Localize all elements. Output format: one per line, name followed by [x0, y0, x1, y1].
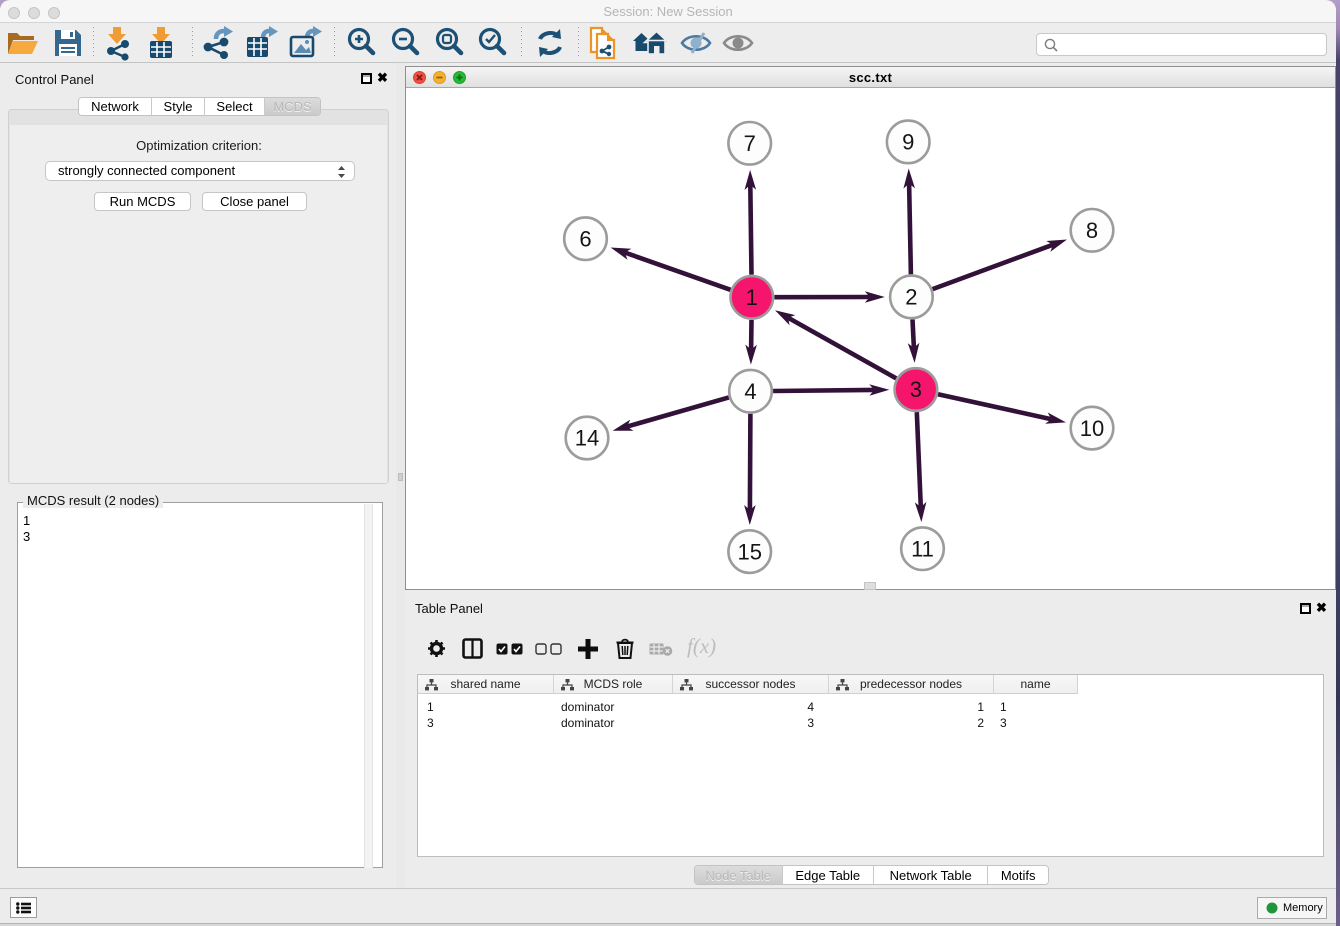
svg-text:11: 11	[911, 536, 934, 561]
svg-text:6: 6	[579, 226, 591, 251]
svg-text:10: 10	[1080, 416, 1104, 441]
svg-text:7: 7	[744, 131, 756, 156]
svg-text:2: 2	[905, 285, 917, 310]
svg-text:3: 3	[910, 377, 922, 402]
svg-text:9: 9	[902, 130, 914, 155]
svg-text:14: 14	[575, 426, 599, 451]
svg-text:4: 4	[744, 379, 756, 404]
svg-text:1: 1	[746, 285, 758, 310]
svg-text:8: 8	[1086, 218, 1098, 243]
svg-text:15: 15	[737, 539, 761, 564]
